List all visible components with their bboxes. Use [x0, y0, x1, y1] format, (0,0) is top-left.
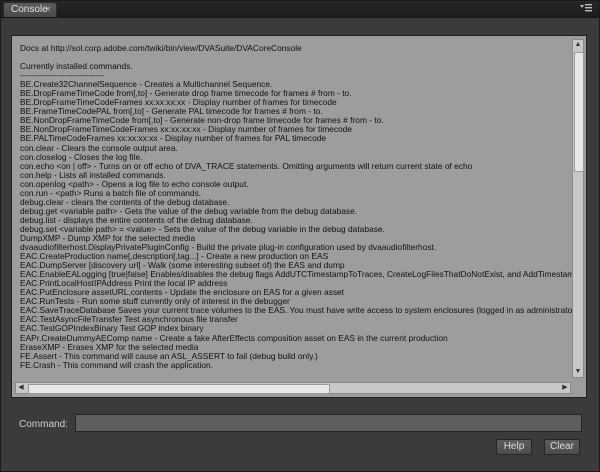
console-output-line: FE.Crash - This command will crash the a… [20, 359, 214, 370]
console-window: Console × Docs at http://sol.corp.adobe.… [0, 0, 600, 472]
panel-menu-icon[interactable] [579, 2, 593, 15]
console-output-text: Docs at http://sol.corp.adobe.com/twiki/… [20, 44, 572, 389]
command-input[interactable] [75, 414, 582, 432]
help-button[interactable]: Help [496, 439, 532, 455]
horizontal-scrollbar[interactable]: ◀ ▶ [15, 382, 571, 394]
scroll-right-arrow-icon[interactable]: ▶ [560, 383, 570, 393]
scroll-down-arrow-icon[interactable]: ▼ [573, 367, 583, 377]
vertical-scrollbar[interactable]: ▲ ▼ [572, 39, 584, 378]
horizontal-scroll-thumb[interactable] [28, 384, 330, 394]
console-output-line: Docs at http://sol.corp.adobe.com/twiki/… [20, 44, 302, 53]
command-label: Command: [19, 419, 68, 430]
vertical-scroll-thumb[interactable] [574, 52, 584, 172]
scroll-left-arrow-icon[interactable]: ◀ [16, 383, 26, 393]
panel-tab-bar: Console × [1, 1, 599, 18]
tab-console[interactable]: Console × [3, 2, 57, 17]
clear-button[interactable]: Clear [544, 439, 580, 455]
tab-console-label: Console [11, 4, 48, 15]
tab-close-icon[interactable]: × [45, 3, 51, 16]
console-output-area[interactable]: Docs at http://sol.corp.adobe.com/twiki/… [11, 35, 587, 398]
scroll-up-arrow-icon[interactable]: ▲ [573, 40, 583, 50]
